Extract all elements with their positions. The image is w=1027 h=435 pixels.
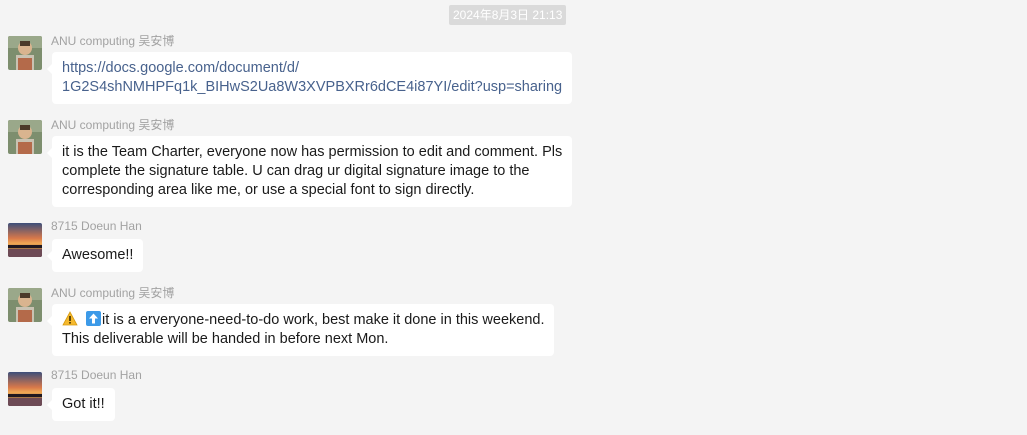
- sender-name: 8715 Doeun Han: [51, 219, 142, 233]
- chat-timestamp: 2024年8月3日 21:13: [449, 5, 567, 25]
- sender-name: 8715 Doeun Han: [51, 368, 142, 382]
- document-link[interactable]: https://docs.google.com/document/d/: [62, 59, 562, 78]
- child-photo-avatar[interactable]: [8, 36, 42, 70]
- message-text: corresponding area like me, or use a spe…: [62, 182, 475, 198]
- message-text: it is a erveryone-need-to-do work, best …: [102, 312, 545, 328]
- message-text: This deliverable will be handed in befor…: [62, 331, 389, 347]
- message-bubble[interactable]: it is a erveryone-need-to-do work, best …: [46, 304, 555, 356]
- message-text: it is the Team Charter, everyone now has…: [62, 144, 563, 160]
- warning-icon: [62, 311, 78, 326]
- message-text: Awesome!!: [62, 247, 134, 263]
- child-photo-avatar[interactable]: [8, 288, 42, 322]
- message-bubble[interactable]: Awesome!!: [46, 239, 144, 272]
- document-link[interactable]: 1G2S4shNMHPFq1k_BIHwS2Ua8W3XVPBXRr6dCE4i…: [62, 78, 562, 97]
- message-bubble[interactable]: https://docs.google.com/document/d/ 1G2S…: [46, 52, 573, 104]
- sunset-photo-avatar[interactable]: [8, 372, 42, 406]
- sender-name: ANU computing 吴安博: [51, 118, 175, 132]
- message-text: complete the signature table. U can drag…: [62, 163, 530, 179]
- up-arrow-icon: [86, 311, 101, 326]
- message-bubble[interactable]: it is the Team Charter, everyone now has…: [46, 136, 573, 207]
- sender-name: ANU computing 吴安博: [51, 286, 175, 300]
- message-text-line: it is a erveryone-need-to-do work, best …: [62, 311, 544, 330]
- child-photo-avatar[interactable]: [8, 120, 42, 154]
- sunset-photo-avatar[interactable]: [8, 223, 42, 257]
- message-bubble[interactable]: Got it!!: [47, 388, 115, 421]
- sender-name: ANU computing 吴安博: [51, 34, 175, 48]
- message-text: Got it!!: [62, 396, 105, 412]
